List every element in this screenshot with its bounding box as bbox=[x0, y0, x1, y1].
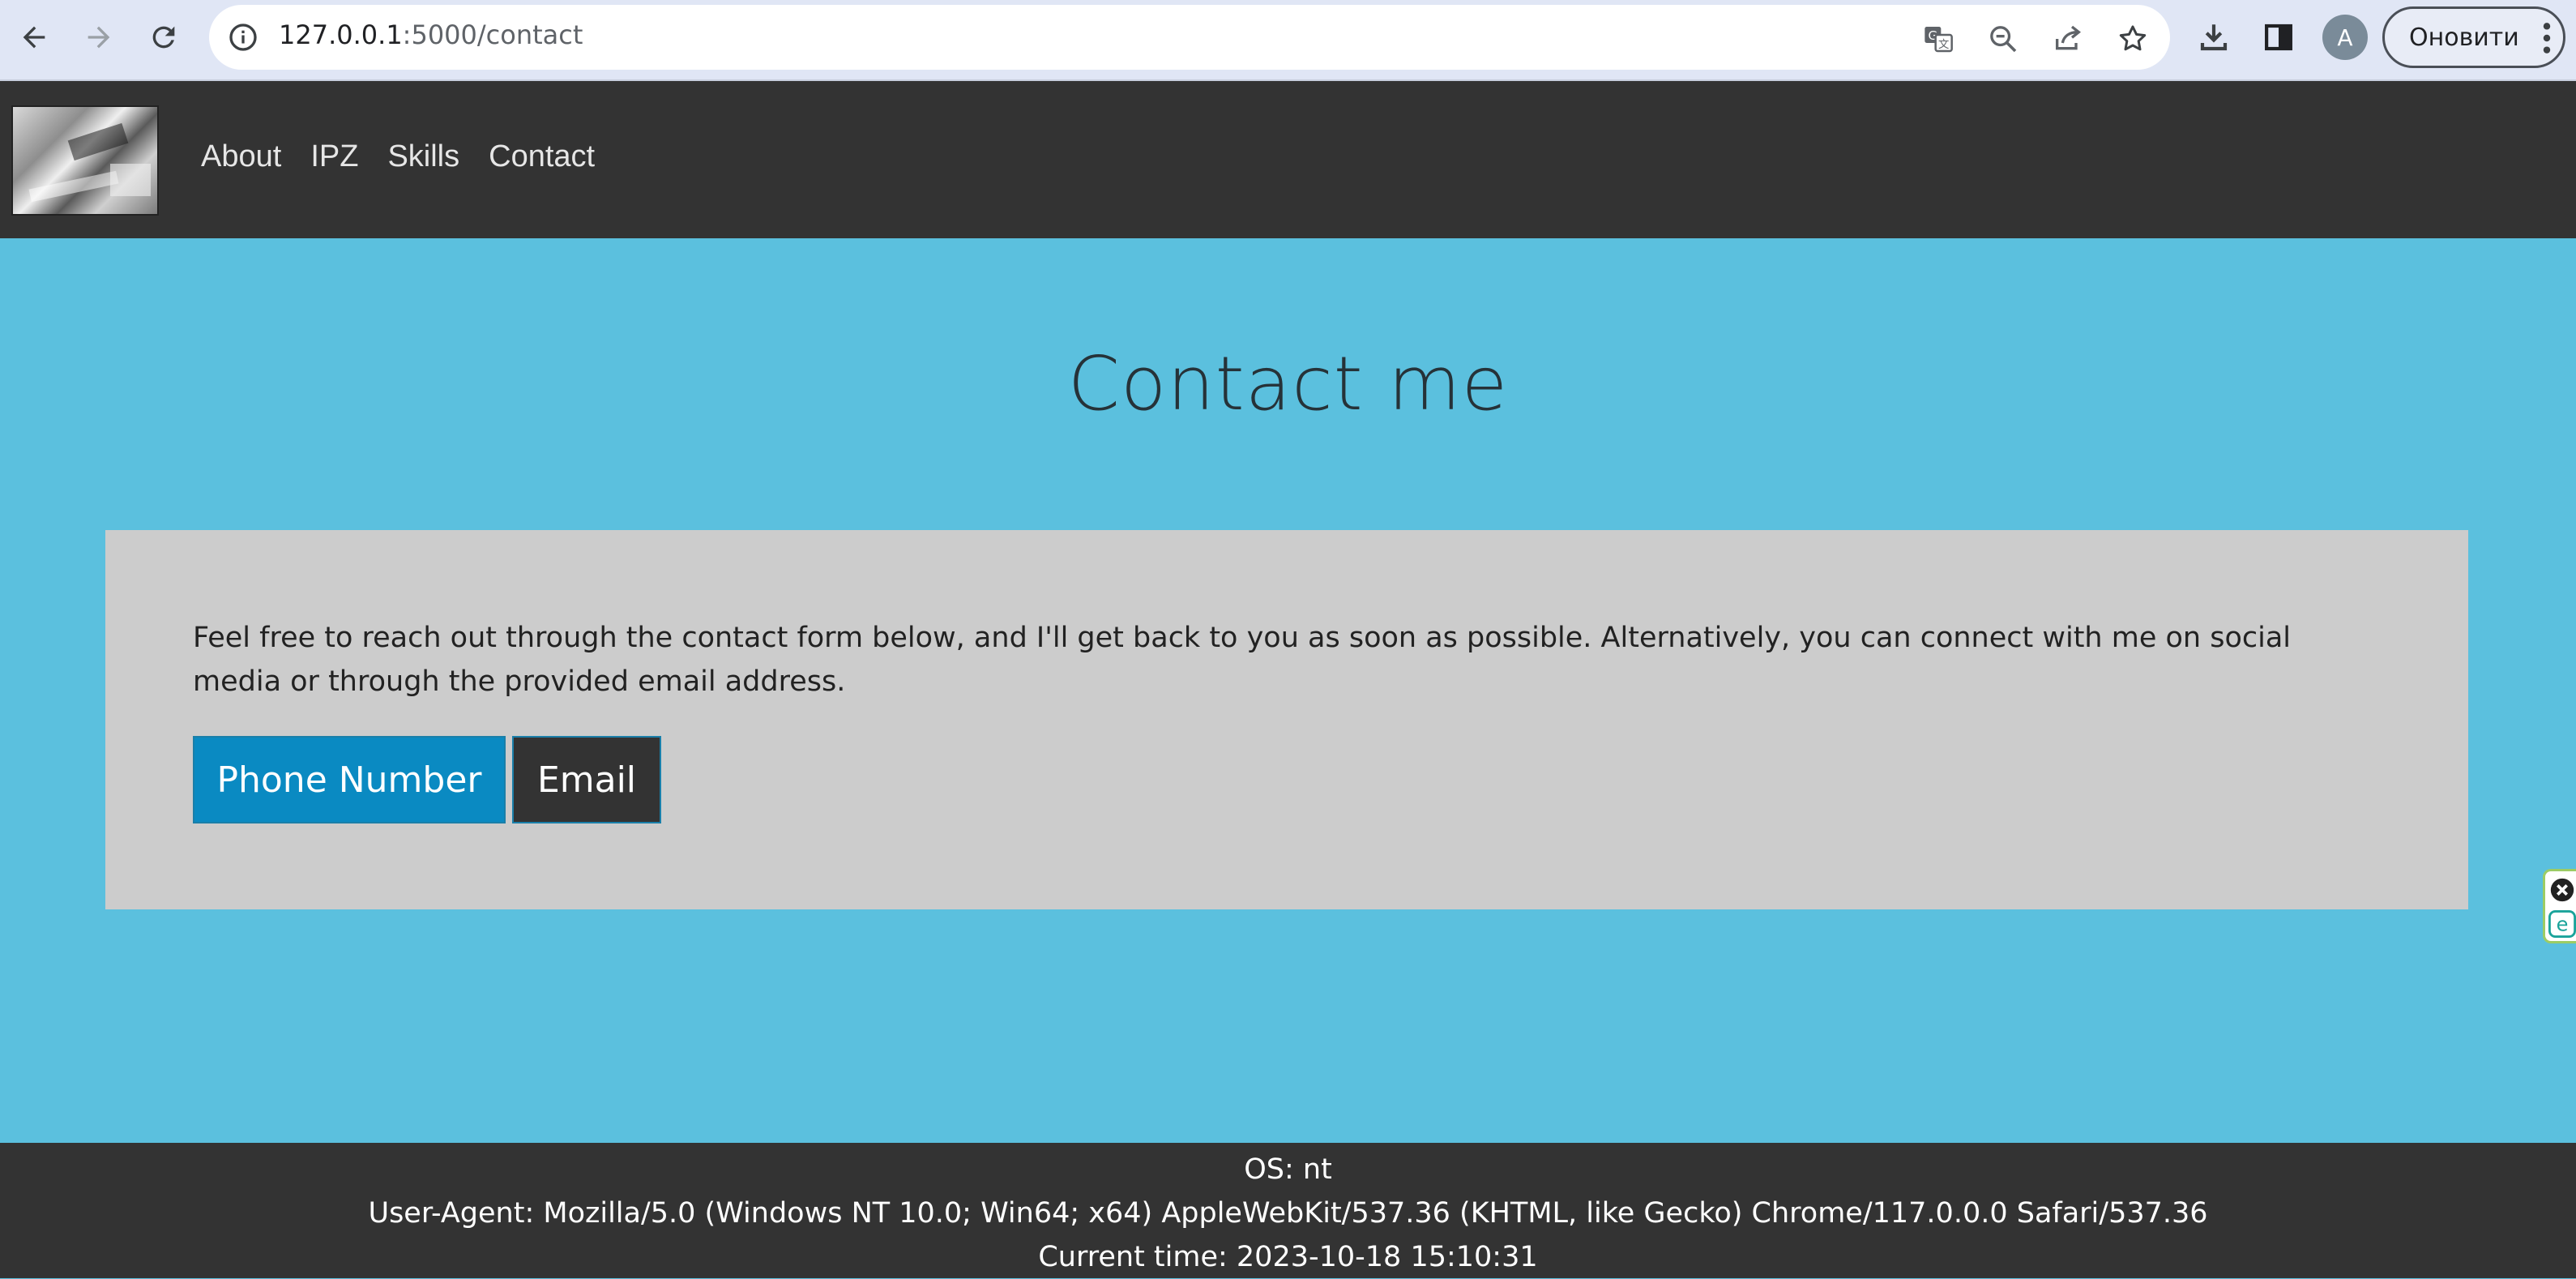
kebab-menu-icon[interactable] bbox=[2539, 20, 2555, 56]
extension-side-widget[interactable]: e bbox=[2543, 869, 2576, 943]
logo-detail bbox=[67, 122, 129, 161]
svg-text:文: 文 bbox=[1938, 38, 1949, 51]
footer-current-time: Current time: 2023-10-18 15:10:31 bbox=[1038, 1241, 1538, 1273]
phone-number-button[interactable]: Phone Number bbox=[193, 736, 506, 823]
contact-card: Feel free to reach out through the conta… bbox=[105, 530, 2468, 909]
site-header: About IPZ Skills Contact bbox=[0, 81, 2576, 238]
downloads-button[interactable] bbox=[2194, 18, 2233, 57]
info-icon[interactable] bbox=[227, 21, 259, 53]
download-icon bbox=[2200, 24, 2228, 51]
profile-avatar[interactable]: A bbox=[2322, 15, 2368, 60]
extension-logo-icon[interactable]: e bbox=[2548, 910, 2576, 938]
browser-toolbar: 127.0.0.1:5000/contact G 文 A Оновити bbox=[0, 0, 2576, 81]
side-panel-button[interactable] bbox=[2259, 18, 2298, 57]
address-bar[interactable]: 127.0.0.1:5000/contact G 文 bbox=[209, 5, 2170, 70]
main-nav: About IPZ Skills Contact bbox=[201, 139, 595, 174]
back-button[interactable] bbox=[11, 15, 57, 60]
zoom-button[interactable] bbox=[1985, 21, 2021, 57]
arrow-right-icon bbox=[88, 26, 110, 49]
close-icon[interactable] bbox=[2548, 876, 2576, 904]
nav-link-contact[interactable]: Contact bbox=[489, 139, 595, 174]
footer-user-agent: User-Agent: Mozilla/5.0 (Windows NT 10.0… bbox=[368, 1197, 2208, 1230]
bookmark-button[interactable] bbox=[2115, 21, 2151, 57]
forward-button[interactable] bbox=[76, 15, 122, 60]
email-button[interactable]: Email bbox=[512, 736, 661, 823]
nav-link-skills[interactable]: Skills bbox=[387, 139, 459, 174]
translate-button[interactable]: G 文 bbox=[1920, 21, 1956, 57]
translate-icon: G 文 bbox=[1925, 27, 1953, 53]
nav-link-about[interactable]: About bbox=[201, 139, 281, 174]
contact-intro-text: Feel free to reach out through the conta… bbox=[193, 622, 2291, 698]
site-footer: OS: nt User-Agent: Mozilla/5.0 (Windows … bbox=[0, 1143, 2576, 1278]
reload-icon bbox=[152, 26, 175, 49]
star-icon bbox=[2119, 25, 2147, 51]
logo-detail bbox=[110, 164, 151, 196]
side-panel-icon bbox=[2265, 24, 2292, 51]
share-button[interactable] bbox=[2050, 21, 2086, 57]
update-label: Оновити bbox=[2409, 23, 2519, 52]
update-button[interactable]: Оновити bbox=[2382, 6, 2565, 68]
nav-link-ipz[interactable]: IPZ bbox=[310, 139, 358, 174]
svg-text:e: e bbox=[2557, 913, 2569, 936]
reload-button[interactable] bbox=[141, 15, 186, 60]
share-icon bbox=[2056, 25, 2082, 50]
url-path: :5000/contact bbox=[402, 19, 583, 50]
arrow-left-icon bbox=[23, 26, 45, 49]
page-title: Contact me bbox=[1067, 340, 1509, 427]
url-host: 127.0.0.1 bbox=[279, 19, 403, 50]
site-logo[interactable] bbox=[11, 105, 159, 216]
logo-detail bbox=[28, 170, 119, 203]
zoom-out-icon bbox=[1990, 26, 2017, 53]
url-text[interactable]: 127.0.0.1:5000/contact bbox=[279, 19, 583, 50]
footer-os: OS: nt bbox=[1244, 1153, 1332, 1186]
